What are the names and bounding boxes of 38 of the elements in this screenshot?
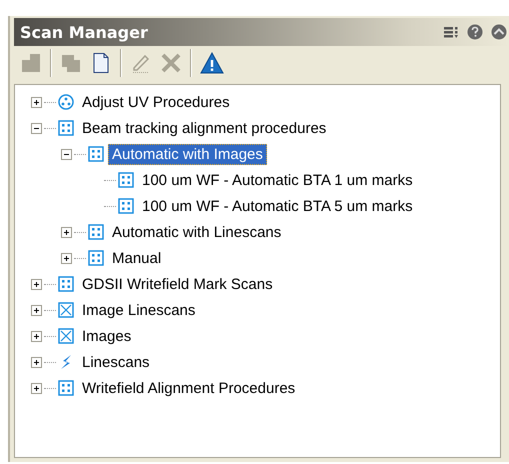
tree-item[interactable]: Linescans <box>78 352 154 372</box>
tree-item[interactable]: Automatic with Linescans <box>108 222 286 242</box>
expand-toggle[interactable] <box>31 278 42 290</box>
grid-dots-icon <box>118 172 134 188</box>
expand-toggle[interactable] <box>61 226 72 238</box>
tree-item[interactable]: Images <box>78 326 136 346</box>
grid-dots-icon <box>58 380 74 396</box>
grid-dots-icon <box>88 250 104 266</box>
dotted-circle-icon <box>58 94 74 110</box>
collapse-icon[interactable] <box>491 24 507 40</box>
collapse-toggle[interactable] <box>31 122 42 134</box>
panel-title: Scan Manager <box>19 22 148 42</box>
expand-toggle[interactable] <box>31 96 42 108</box>
tree-item[interactable]: Beam tracking alignment procedures <box>78 118 330 138</box>
menu-icon[interactable] <box>443 25 459 39</box>
tree-item[interactable]: Image Linescans <box>78 300 200 320</box>
tree-item[interactable]: Adjust UV Procedures <box>78 92 234 112</box>
grid-dots-icon <box>58 276 74 292</box>
collapse-toggle[interactable] <box>61 148 72 160</box>
expand-toggle[interactable] <box>31 304 42 316</box>
grid-dots-icon <box>88 224 104 240</box>
expand-toggle[interactable] <box>31 356 42 368</box>
grid-dots-icon <box>118 198 134 214</box>
tree-item[interactable]: GDSII Writefield Mark Scans <box>78 274 277 294</box>
warning-icon[interactable] <box>200 52 224 74</box>
expand-toggle[interactable] <box>61 252 72 264</box>
expand-toggle[interactable] <box>31 330 42 342</box>
tree-item[interactable]: Automatic with Images <box>108 144 267 164</box>
grid-dots-icon <box>88 146 104 162</box>
crossed-box-icon <box>58 328 74 344</box>
grid-dots-icon <box>58 120 74 136</box>
tree-item[interactable]: 100 um WF - Automatic BTA 5 um marks <box>138 196 417 216</box>
expand-toggle[interactable] <box>31 382 42 394</box>
help-icon[interactable] <box>467 24 483 40</box>
crossed-box-icon <box>58 302 74 318</box>
tree-item[interactable]: 100 um WF - Automatic BTA 1 um marks <box>138 170 417 190</box>
tree-item[interactable]: Writefield Alignment Procedures <box>78 378 300 398</box>
tree-item[interactable]: Manual <box>108 248 166 268</box>
